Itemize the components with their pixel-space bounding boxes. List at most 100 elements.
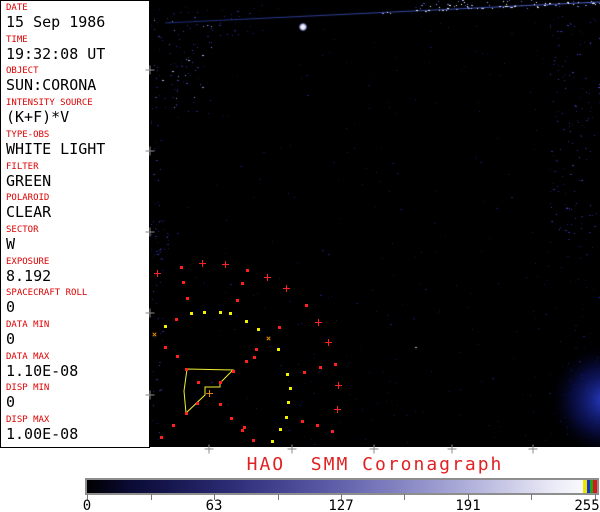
field-label: TYPE-OBS	[6, 129, 50, 140]
yellow-square-marker	[279, 428, 282, 431]
sidebar-field-polaroid: POLAROID CLEAR	[6, 193, 146, 220]
red-square-marker	[246, 269, 249, 272]
red-square-marker	[245, 360, 248, 363]
colorbar-overlay-stripe	[593, 480, 597, 493]
bottom-edge-tick	[204, 444, 214, 454]
field-label: DISP MAX	[6, 415, 50, 426]
red-square-marker	[334, 363, 337, 366]
red-plus-marker	[325, 339, 332, 346]
colorbar-tick-label: 127	[328, 498, 354, 512]
red-square-marker	[252, 439, 255, 442]
field-label: INTENSITY SOURCE	[6, 98, 93, 109]
red-square-marker	[219, 381, 222, 384]
field-label: DATA MIN	[6, 320, 50, 330]
colorbar-tick-label: 255	[574, 498, 600, 512]
field-value: 0	[6, 298, 16, 317]
red-square-marker	[253, 356, 256, 359]
red-square-marker	[180, 266, 183, 269]
sidebar-field-date: DATE 15 Sep 1986	[6, 3, 146, 30]
colorbar-tick-label: 0	[82, 498, 92, 512]
field-value: SUN:CORONA	[6, 76, 97, 95]
red-square-marker	[232, 370, 235, 373]
red-square-marker	[182, 281, 185, 284]
yellow-square-marker	[277, 348, 280, 351]
field-value: (K+F)*V	[6, 108, 70, 127]
red-plus-marker	[222, 261, 229, 268]
red-plus-marker	[154, 270, 161, 277]
red-square-marker	[196, 402, 199, 405]
field-label: DATA MAX	[6, 351, 50, 362]
red-square-marker	[185, 368, 188, 371]
left-edge-tick	[145, 390, 155, 400]
colorbar-tick	[151, 494, 152, 500]
field-label: SECTOR	[6, 224, 39, 235]
sidebar-field-time: TIME 19:32:08 UT	[6, 35, 146, 62]
yellow-square-marker	[190, 312, 193, 315]
field-label: TIME	[6, 34, 28, 45]
red-square-marker	[175, 318, 178, 321]
field-label: FILTER	[6, 161, 39, 172]
red-square-marker	[301, 420, 304, 423]
coronagraph-image	[150, 0, 600, 447]
left-edge-tick	[145, 227, 155, 237]
yellow-square-marker	[286, 373, 289, 376]
bottom-edge-tick	[528, 444, 538, 454]
field-value: 0	[6, 393, 16, 412]
red-square-marker	[303, 371, 306, 374]
colorbar-tick	[278, 494, 279, 500]
field-value: 8.192	[6, 266, 52, 285]
image-title: HAO SMM Coronagraph	[246, 454, 504, 475]
yellow-square-marker	[271, 440, 274, 443]
yellow-square-marker	[257, 328, 260, 331]
red-square-marker	[319, 366, 322, 369]
red-plus-marker	[199, 260, 206, 267]
sidebar-field-type-obs: TYPE-OBS WHITE LIGHT	[6, 130, 146, 157]
sidebar-field-data-min: DATA MIN 0	[6, 320, 146, 347]
field-value: 0	[6, 330, 16, 348]
field-value: 1.10E-08	[6, 361, 79, 380]
red-plus-marker	[283, 285, 290, 292]
yellow-square-marker	[287, 401, 290, 404]
orange-x-marker	[266, 336, 271, 341]
bottom-edge-tick	[447, 444, 457, 454]
colorbar-gradient	[87, 480, 597, 493]
red-square-marker	[186, 297, 189, 300]
field-label: POLAROID	[6, 193, 50, 204]
sidebar-field-filter: FILTER GREEN	[6, 162, 146, 189]
sidebar-field-object: OBJECT SUN:CORONA	[6, 66, 146, 93]
colorbar	[85, 478, 599, 495]
yellow-square-marker	[219, 311, 222, 314]
red-square-marker	[278, 326, 281, 329]
field-label: SPACECRAFT ROLL	[6, 288, 88, 299]
colorbar-tick-label: 63	[205, 498, 223, 512]
fiducial-polygon-overlay	[183, 368, 235, 415]
red-square-marker	[255, 348, 258, 351]
red-square-marker	[316, 424, 319, 427]
yellow-square-marker	[229, 312, 232, 315]
sidebar-field-intensity-source: INTENSITY SOURCE (K+F)*V	[6, 98, 146, 125]
red-square-marker	[160, 436, 163, 439]
sidebar-field-data-max: DATA MAX 1.10E-08	[6, 352, 146, 379]
field-label: EXPOSURE	[6, 256, 50, 267]
red-plus-marker	[334, 406, 341, 413]
coronagraph-viewer-window: DATE 15 Sep 1986 TIME 19:32:08 UT OBJECT SUN:…	[0, 0, 600, 512]
red-square-marker	[185, 412, 188, 415]
field-label: DATE	[6, 3, 28, 13]
red-square-marker	[331, 430, 334, 433]
red-square-marker	[230, 417, 233, 420]
sidebar-field-sector: SECTOR W	[6, 225, 146, 252]
field-value: 15 Sep 1986	[6, 13, 106, 31]
red-square-marker	[219, 403, 222, 406]
red-square-marker	[164, 346, 167, 349]
field-value: WHITE LIGHT	[6, 139, 106, 158]
field-value: 1.00E-08	[6, 425, 79, 444]
sidebar-field-exposure: EXPOSURE 8.192	[6, 257, 146, 284]
red-plus-marker	[335, 382, 342, 389]
sidebar-field-spacecraft-roll: SPACECRAFT ROLL 0	[6, 288, 146, 315]
colorbar-tick	[531, 494, 532, 500]
orange-plus-marker	[206, 390, 213, 397]
bottom-edge-tick	[287, 444, 297, 454]
colorbar-tick	[404, 494, 405, 500]
field-label: DISP MIN	[6, 383, 50, 394]
red-plus-marker	[264, 274, 271, 281]
